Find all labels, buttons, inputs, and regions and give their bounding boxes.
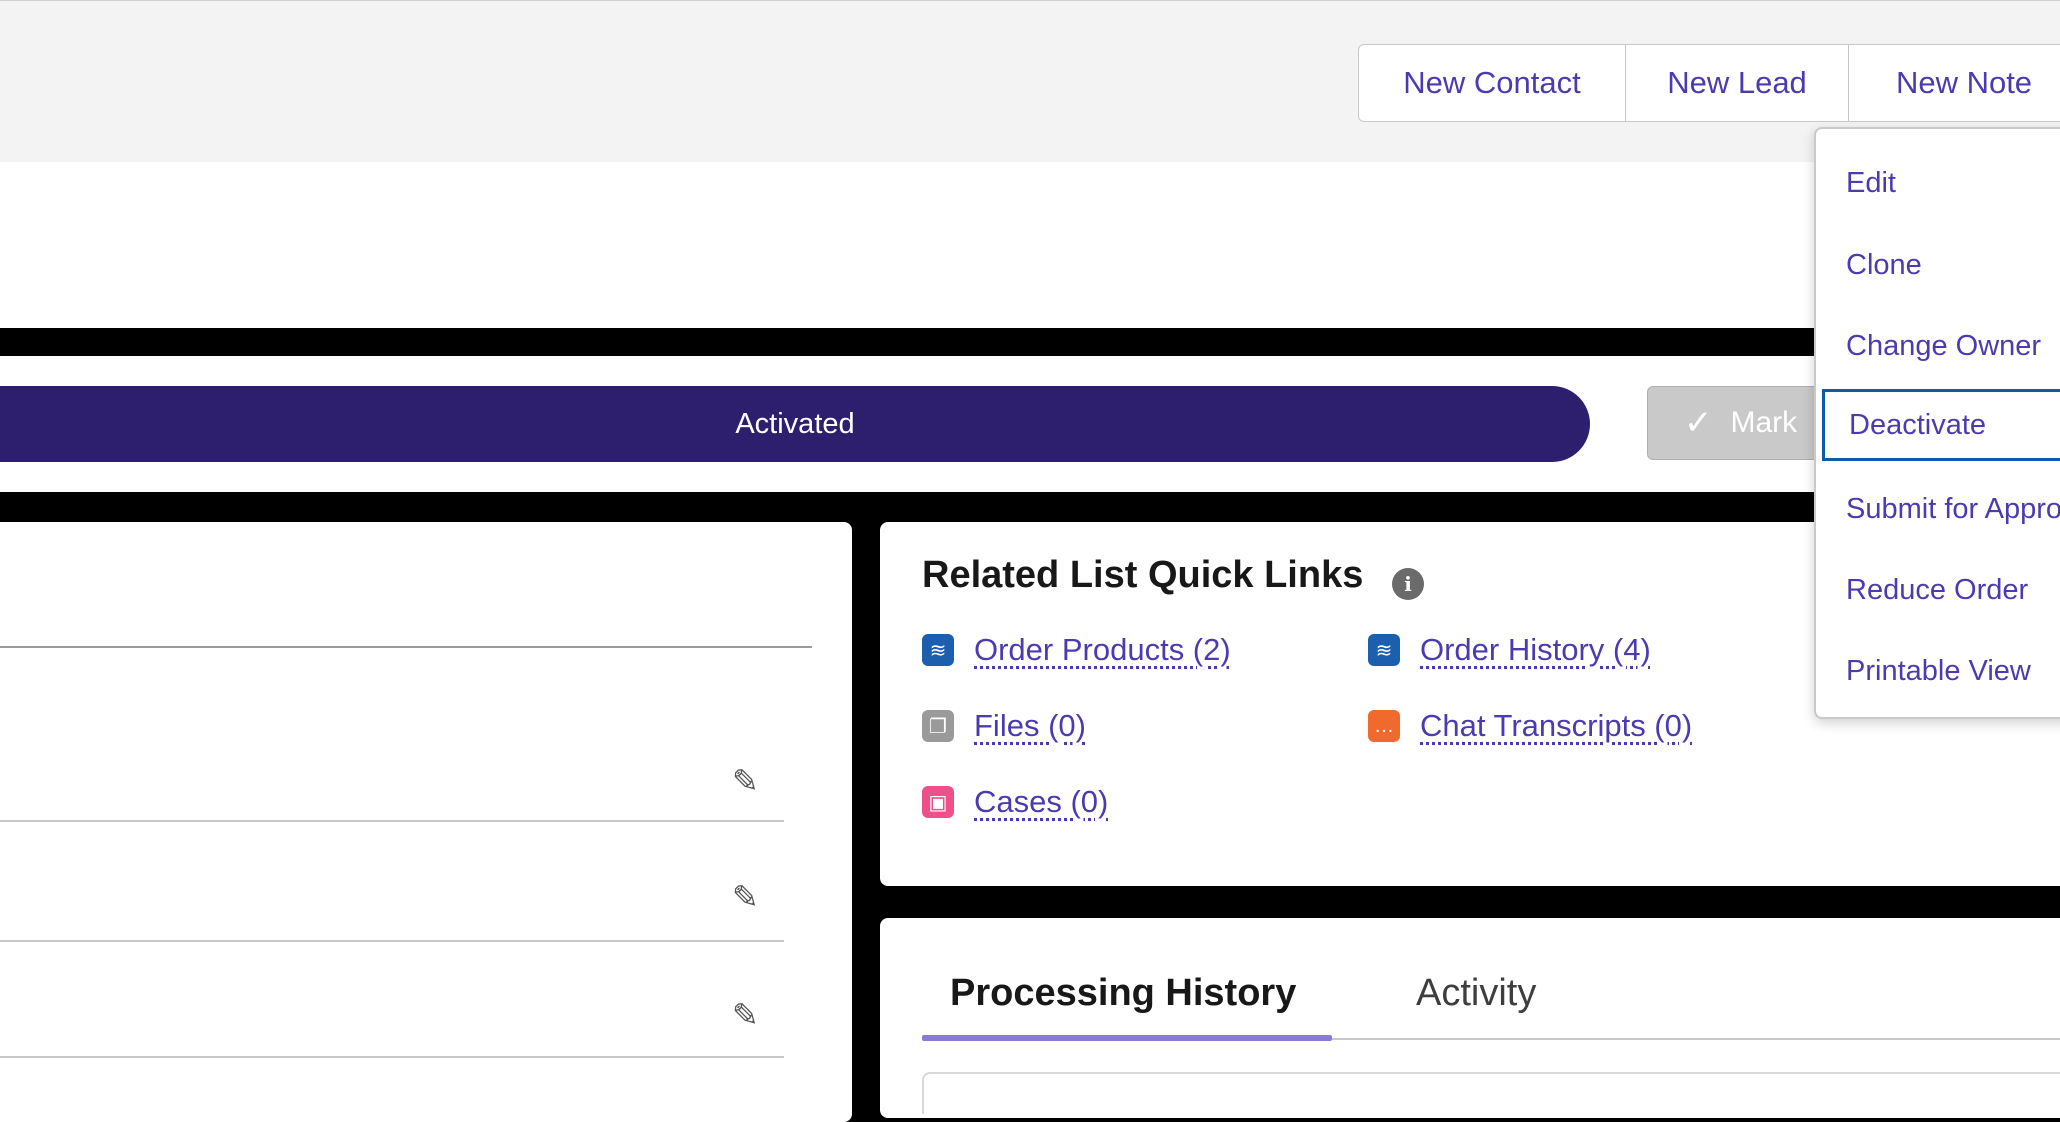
header-action-buttons: New Contact New Lead New Note	[1358, 44, 2060, 122]
record-header-body	[0, 162, 2060, 328]
menu-item-reduce-order[interactable]: Reduce Order	[1816, 554, 2060, 626]
quick-link-order-history[interactable]: ≋ Order History (4)	[1368, 632, 1651, 668]
new-note-button[interactable]: New Note	[1849, 45, 2060, 121]
tab-processing-history[interactable]: Processing History	[950, 972, 1296, 1015]
quick-link-cases[interactable]: ▣ Cases (0)	[922, 784, 1108, 820]
details-card: ✎ ✎ ✎	[0, 522, 852, 1122]
menu-item-change-owner[interactable]: Change Owner	[1816, 310, 2060, 382]
actions-dropdown-menu: Edit Clone Change Owner Deactivate Submi…	[1814, 127, 2060, 719]
new-contact-button[interactable]: New Contact	[1359, 45, 1626, 121]
chat-transcripts-icon: …	[1368, 710, 1400, 742]
section-divider	[0, 646, 812, 648]
files-icon: ❐	[922, 710, 954, 742]
menu-item-printable-view[interactable]: Printable View	[1816, 635, 2060, 707]
path-stage-activated[interactable]: Activated	[0, 386, 1590, 462]
quick-link-label: Cases (0)	[974, 784, 1109, 819]
mark-button-label: Mark	[1730, 406, 1798, 439]
quick-link-label: Order History (4)	[1420, 632, 1651, 667]
check-icon: ✓	[1684, 404, 1713, 442]
menu-item-submit-for-approval[interactable]: Submit for Appro	[1816, 473, 2060, 545]
menu-item-edit[interactable]: Edit	[1816, 147, 2060, 219]
new-lead-button[interactable]: New Lead	[1626, 45, 1849, 121]
quick-link-files[interactable]: ❐ Files (0)	[922, 708, 1086, 744]
tab-activity[interactable]: Activity	[1416, 972, 1536, 1015]
info-icon[interactable]: i	[1392, 568, 1424, 600]
edit-pencil-icon[interactable]: ✎	[732, 878, 759, 916]
quick-links-title: Related List Quick Links	[922, 554, 1364, 596]
edit-pencil-icon[interactable]: ✎	[732, 762, 759, 800]
path-stage-label: Activated	[735, 407, 855, 440]
quick-link-label: Chat Transcripts (0)	[1420, 708, 1693, 743]
order-history-icon: ≋	[1368, 634, 1400, 666]
active-tab-indicator	[922, 1035, 1332, 1041]
order-products-icon: ≋	[922, 634, 954, 666]
quick-link-order-products[interactable]: ≋ Order Products (2)	[922, 632, 1231, 668]
quick-link-label: Files (0)	[974, 708, 1086, 743]
menu-item-clone[interactable]: Clone	[1816, 229, 2060, 301]
field-divider	[0, 1056, 784, 1058]
menu-item-deactivate[interactable]: Deactivate	[1822, 389, 2060, 461]
tabs-card: Processing History Activity	[880, 918, 2060, 1118]
cases-icon: ▣	[922, 786, 954, 818]
quick-link-label: Order Products (2)	[974, 632, 1231, 667]
quick-link-chat-transcripts[interactable]: … Chat Transcripts (0)	[1368, 708, 1692, 744]
field-divider	[0, 820, 784, 822]
field-divider	[0, 940, 784, 942]
edit-pencil-icon[interactable]: ✎	[732, 996, 759, 1034]
tab-content-panel	[922, 1072, 2060, 1114]
